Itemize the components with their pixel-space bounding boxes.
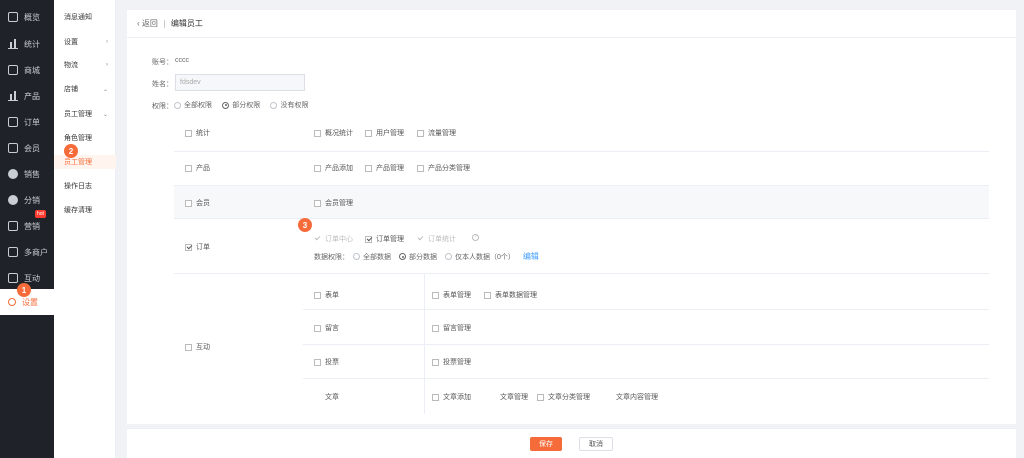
step-badge-1: 1 [17,283,31,297]
crown-icon [8,143,18,153]
perm-sub-form[interactable]: 表单 [314,290,339,300]
perm-group-order[interactable]: 订单 [185,242,210,252]
perm-item-member-0[interactable]: 会员管理 [314,198,353,208]
divider [303,344,989,345]
distribution-icon [8,195,18,205]
perm-item-article-3[interactable]: 文章内容管理 [605,392,658,402]
perm-item-article-1[interactable]: 文章管理 [489,392,528,402]
perm-sub-vote[interactable]: 投票 [314,357,339,367]
sales-icon [8,169,18,179]
data-perm-label: 数据权限： [314,253,349,261]
main-panel: ‹ 返回 编辑员工 账号： cccc 姓名： fdsdev 权限： 全部权限 部… [127,10,1016,424]
account-value: cccc [175,57,189,64]
perm-sub-message[interactable]: 留言 [314,323,339,333]
submenu-item-logistics[interactable]: 物流 › [54,58,116,72]
perm-group-stats[interactable]: 统计 [185,128,210,138]
data-radio-partial[interactable]: 部分数据 [399,252,437,262]
marketing-icon [8,221,18,231]
perm-item-form-0[interactable]: 表单管理 [432,290,471,300]
data-radio-self[interactable]: 仅本人数据（0个） [445,252,515,262]
perm-item-order-1[interactable]: 订单管理 [365,234,404,244]
perm-item-article-0[interactable]: 文章添加 [432,392,471,402]
perm-group-interaction[interactable]: 互动 [185,342,210,352]
divider [174,273,989,274]
chevron-down-icon: ⌄ [102,86,108,93]
sidebar-item-sales[interactable]: 销售 [0,161,54,187]
help-icon[interactable]: ? [472,234,479,241]
step-badge-2: 2 [64,144,78,158]
main-sidebar: 概览 统计 商城 产品 订单 会员 销售 分销 营销 hot 多商户 互动 设置 [0,0,54,458]
interaction-icon [8,273,18,283]
perm-radio-group: 全部权限 部分权限 没有权限 [174,100,316,111]
sidebar-item-product[interactable]: 产品 [0,83,54,109]
name-input[interactable]: fdsdev [175,74,305,91]
perm-label: 权限： [152,103,173,110]
sidebar-item-store[interactable]: 商城 [0,57,54,83]
submenu-item-staff-group[interactable]: 员工管理 ⌄ [54,107,116,121]
chevron-right-icon: › [106,39,108,45]
perm-item-product-2[interactable]: 产品分类管理 [417,163,470,173]
layers-icon [8,12,18,22]
perm-item-order-0[interactable]: 订单中心 [314,234,353,244]
sidebar-item-order[interactable]: 订单 [0,109,54,135]
cancel-button[interactable]: 取消 [579,437,613,451]
submenu-item-notifications[interactable]: 消息通知 [54,10,116,24]
perm-radio-partial[interactable]: 部分权限 [222,100,260,110]
perm-item-vote-0[interactable]: 投票管理 [432,357,471,367]
page-title: 编辑员工 [170,19,203,28]
perm-radio-all[interactable]: 全部权限 [174,100,212,110]
submenu-item-cache[interactable]: 缓存清理 [54,203,116,217]
sidebar-item-member[interactable]: 会员 [0,135,54,161]
page-header: ‹ 返回 编辑员工 [127,10,1016,38]
save-button[interactable]: 保存 [530,437,562,451]
perm-radio-none[interactable]: 没有权限 [270,100,308,110]
perm-item-product-1[interactable]: 产品管理 [365,163,404,173]
perm-item-stats-0[interactable]: 概况统计 [314,128,353,138]
form-footer: 保存 取消 [127,428,1016,458]
perm-group-member[interactable]: 会员 [185,198,210,208]
settings-submenu: 消息通知 设置 › 物流 › 店铺 ⌄ 员工管理 ⌄ 角色管理 员工管理 操作日志 缓存… [54,0,116,458]
bar-chart-icon [8,39,18,49]
sidebar-item-merchant[interactable]: 多商户 [0,239,54,265]
data-perm-group: 数据权限： 全部数据 部分数据 仅本人数据（0个） 编辑 [314,251,539,262]
perm-item-article-2[interactable]: 文章分类管理 [537,392,590,402]
perm-item-message-0[interactable]: 留言管理 [432,323,471,333]
data-radio-all[interactable]: 全部数据 [353,252,391,262]
name-label: 姓名： [152,81,173,88]
sidebar-item-overview[interactable]: 概览 [0,4,54,30]
step-badge-3: 3 [298,218,312,232]
submenu-item-staff[interactable]: 员工管理 [54,155,116,169]
chevron-right-icon: › [106,62,108,68]
divider [163,19,165,28]
perm-item-stats-2[interactable]: 流量管理 [417,128,456,138]
submenu-item-settings[interactable]: 设置 › [54,35,116,49]
sidebar-item-marketing[interactable]: 营销 hot [0,210,54,239]
sidebar-item-distribution[interactable]: 分销 [0,187,54,213]
account-label: 账号： [152,59,173,66]
store-icon [8,65,18,75]
submenu-item-roles[interactable]: 角色管理 [54,131,116,145]
divider [303,309,989,310]
back-button[interactable]: ‹ 返回 [137,18,158,29]
order-icon [8,117,18,127]
hot-badge: hot [35,210,46,218]
submenu-item-logs[interactable]: 操作日志 [54,179,116,193]
product-icon [8,91,18,101]
chevron-down-icon: ⌄ [102,111,108,118]
gear-icon [8,298,16,306]
sidebar-item-stats[interactable]: 统计 [0,31,54,57]
perm-item-stats-1[interactable]: 用户管理 [365,128,404,138]
submenu-item-shop[interactable]: 店铺 ⌄ [54,82,116,96]
perm-row-member [174,185,989,219]
divider [303,378,989,379]
perm-item-product-0[interactable]: 产品添加 [314,163,353,173]
perm-group-product[interactable]: 产品 [185,163,210,173]
data-perm-edit-link[interactable]: 编辑 [523,251,539,262]
perm-item-form-1[interactable]: 表单数据管理 [484,290,537,300]
merchant-icon [8,247,18,257]
perm-item-order-2[interactable]: 订单统计 [417,234,456,244]
perm-sub-article[interactable]: 文章 [314,392,339,402]
divider [174,151,989,152]
